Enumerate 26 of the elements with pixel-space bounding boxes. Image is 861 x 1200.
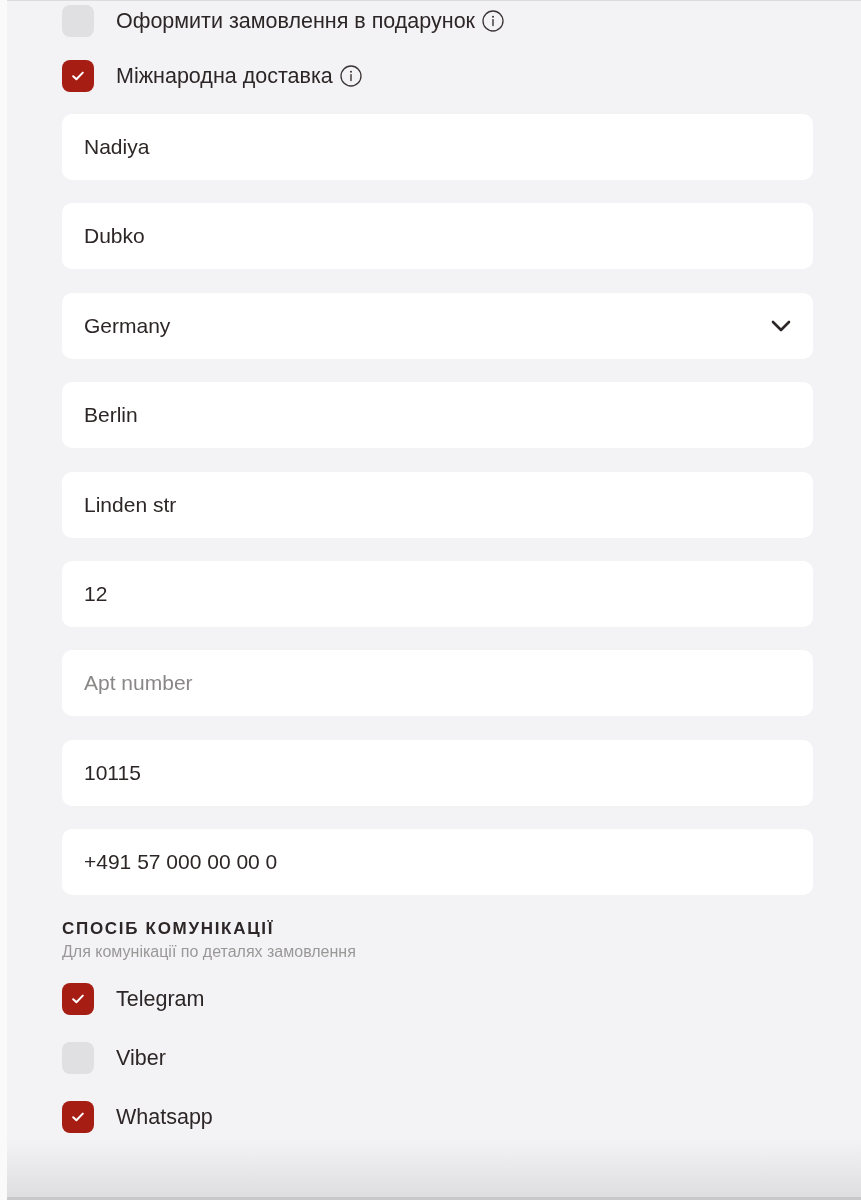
checkmark-icon (72, 994, 84, 1005)
input-field[interactable]: Nadiya (62, 114, 813, 180)
chevron-down-icon (771, 319, 791, 332)
checkbox-label: Оформити замовлення в подарунок (116, 7, 476, 35)
checkbox[interactable] (62, 60, 94, 92)
info-icon[interactable] (339, 65, 362, 87)
section-subtitle: Для комунікації по деталях замовлення (62, 943, 356, 962)
input-field[interactable]: Berlin (62, 382, 813, 449)
input-field[interactable]: Dubko (62, 203, 813, 270)
select-value: Germany (84, 313, 171, 340)
country-select[interactable]: Germany (62, 292, 813, 359)
checkbox-label: Whatsapp (116, 1104, 213, 1131)
input-field[interactable]: 12 (62, 560, 813, 627)
checkbox-label: Viber (116, 1045, 166, 1072)
checkbox-label: Міжнародна доставка (116, 62, 333, 90)
input-field[interactable]: +491 57 000 00 00 0 (62, 829, 813, 896)
info-icon[interactable] (482, 10, 505, 32)
checkbox-label: Telegram (116, 986, 205, 1013)
input-field[interactable]: Linden str (62, 471, 813, 538)
input-field[interactable]: Apt number (62, 650, 813, 717)
section-title: СПОСІБ КОМУНІКАЦІЇ (62, 919, 275, 940)
checkmark-icon (72, 71, 84, 81)
checkbox[interactable] (62, 983, 94, 1016)
input-field[interactable]: 10115 (62, 739, 813, 806)
checkbox[interactable] (62, 1101, 94, 1134)
checkmark-icon (72, 1112, 84, 1123)
